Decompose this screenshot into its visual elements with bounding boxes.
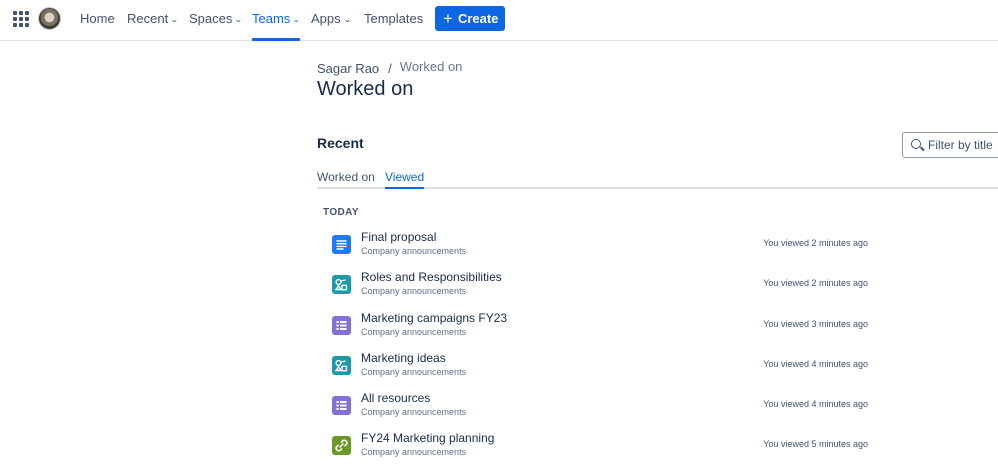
group-label-today: TODAY: [323, 207, 359, 218]
filter-by-title-field[interactable]: [902, 132, 998, 158]
search-icon: [911, 139, 921, 149]
nav-spaces[interactable]: Spaces ⌄: [189, 0, 244, 40]
list-item[interactable]: Roles and Responsibilities Company annou…: [330, 267, 890, 307]
item-timestamp: You viewed 4 minutes ago: [763, 358, 868, 369]
item-title[interactable]: FY24 Marketing planning: [361, 431, 494, 445]
item-space: Company announcements: [361, 447, 467, 458]
breadcrumb-separator: /: [388, 61, 392, 76]
item-timestamp: You viewed 3 minutes ago: [763, 318, 868, 329]
page-icon: [332, 235, 351, 254]
item-space: Company announcements: [361, 286, 467, 297]
nav-apps-label: Apps: [311, 11, 341, 26]
chevron-down-icon: ⌄: [234, 15, 244, 24]
nav-apps[interactable]: Apps ⌄: [311, 0, 352, 40]
tab-list: Worked on Viewed: [317, 168, 998, 189]
nav-teams[interactable]: Teams ⌄: [252, 0, 302, 41]
section-title: Recent: [317, 135, 364, 151]
list-item[interactable]: Final proposal Company announcements You…: [330, 227, 890, 267]
create-button[interactable]: + Create: [435, 6, 505, 31]
app-switcher-icon[interactable]: [13, 11, 29, 27]
nav-recent-label: Recent: [127, 11, 169, 26]
whiteboard-icon: [332, 355, 351, 375]
smart-link-icon: [332, 436, 351, 456]
breadcrumb-current: Worked on: [399, 59, 463, 74]
avatar[interactable]: [38, 7, 61, 30]
item-title[interactable]: Marketing campaigns FY23: [361, 311, 507, 325]
item-title[interactable]: All resources: [361, 391, 430, 405]
item-timestamp: You viewed 2 minutes ago: [763, 238, 868, 248]
list-item[interactable]: FY24 Marketing planning Company announce…: [330, 428, 890, 468]
database-icon: [332, 315, 351, 335]
nav-home[interactable]: Home: [80, 0, 115, 40]
breadcrumb: Sagar Rao / Worked on: [317, 59, 463, 76]
list-item[interactable]: Marketing campaigns FY23 Company announc…: [330, 308, 890, 348]
nav-spaces-label: Spaces: [189, 11, 233, 26]
item-title[interactable]: Final proposal: [361, 230, 436, 244]
page-title: Worked on: [317, 78, 414, 100]
item-space: Company announcements: [361, 246, 467, 256]
chevron-down-icon: ⌄: [170, 15, 179, 24]
nav-teams-label: Teams: [252, 11, 291, 26]
nav-recent[interactable]: Recent ⌄: [127, 0, 179, 40]
whiteboard-icon: [332, 275, 351, 295]
nav-home-label: Home: [80, 11, 115, 26]
nav-templates[interactable]: Templates: [364, 0, 423, 40]
item-timestamp: You viewed 5 minutes ago: [763, 439, 868, 450]
tab-viewed[interactable]: Viewed: [385, 170, 425, 189]
breadcrumb-parent[interactable]: Sagar Rao: [317, 61, 379, 76]
database-icon: [332, 396, 351, 416]
item-title[interactable]: Marketing ideas: [361, 351, 446, 365]
plus-icon: +: [443, 9, 453, 28]
nav-templates-label: Templates: [364, 11, 424, 26]
item-timestamp: You viewed 4 minutes ago: [763, 399, 868, 410]
item-space: Company announcements: [361, 407, 467, 418]
filter-input[interactable]: [928, 136, 998, 154]
create-button-label: Create: [457, 11, 499, 26]
list-item[interactable]: All resources Company announcements You …: [330, 388, 890, 428]
top-navigation: Home Recent ⌄ Spaces ⌄ Teams ⌄ Apps ⌄ Templa…: [0, 0, 998, 41]
chevron-down-icon: ⌄: [342, 15, 352, 24]
tab-worked-on[interactable]: Worked on: [317, 170, 375, 189]
item-space: Company announcements: [361, 366, 467, 377]
recent-items-list: Final proposal Company announcements You…: [330, 227, 890, 469]
item-timestamp: You viewed 2 minutes ago: [763, 278, 868, 289]
item-space: Company announcements: [361, 326, 467, 337]
item-title[interactable]: Roles and Responsibilities: [361, 270, 502, 284]
list-item[interactable]: Marketing ideas Company announcements Yo…: [330, 348, 890, 388]
chevron-down-icon: ⌄: [292, 15, 302, 24]
